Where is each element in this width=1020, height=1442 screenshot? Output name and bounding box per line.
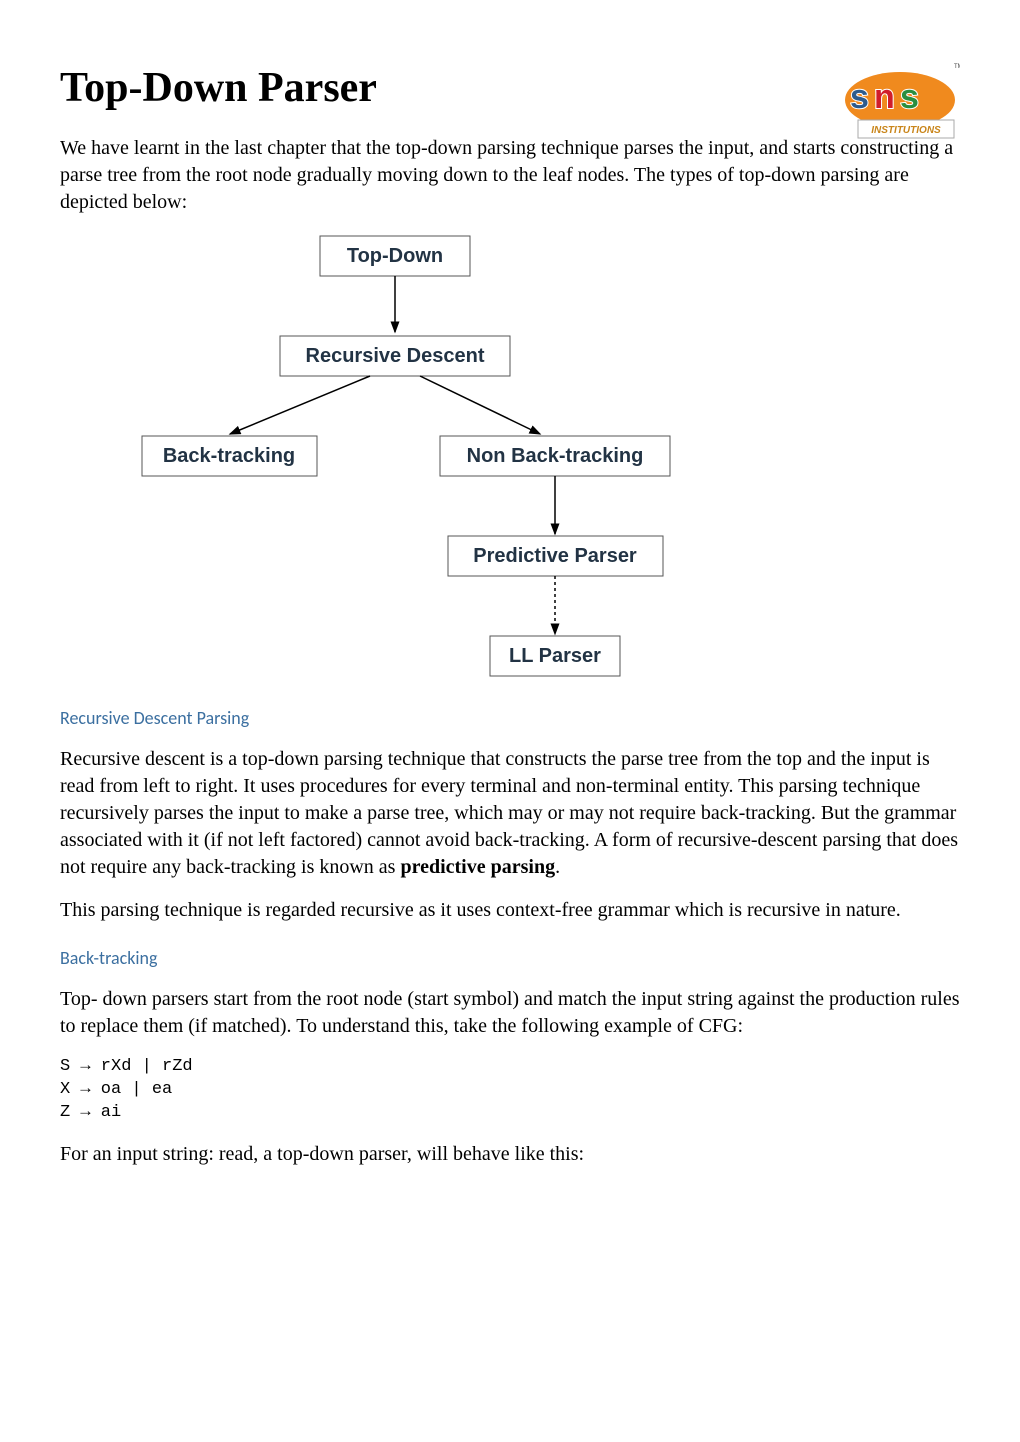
- backtracking-para2: For an input string: read, a top-down pa…: [60, 1141, 960, 1168]
- section-heading-backtracking: Back-tracking: [60, 946, 960, 970]
- svg-text:TM: TM: [954, 64, 960, 70]
- sns-logo: s n s INSTITUTIONS TM: [830, 60, 960, 140]
- svg-text:LL Parser: LL Parser: [509, 645, 601, 667]
- page-title: Top-Down Parser: [60, 60, 960, 117]
- svg-text:s: s: [900, 78, 919, 116]
- recursive-descent-para2: This parsing technique is regarded recur…: [60, 897, 960, 924]
- svg-text:INSTITUTIONS: INSTITUTIONS: [871, 125, 941, 136]
- recursive-descent-para1: Recursive descent is a top-down parsing …: [60, 746, 960, 881]
- svg-text:s: s: [850, 78, 869, 116]
- backtracking-para1: Top- down parsers start from the root no…: [60, 986, 960, 1040]
- svg-text:Back-tracking: Back-tracking: [163, 445, 295, 467]
- svg-text:Recursive Descent: Recursive Descent: [306, 345, 485, 367]
- intro-paragraph: We have learnt in the last chapter that …: [60, 135, 960, 216]
- svg-text:Top-Down: Top-Down: [347, 245, 443, 267]
- cfg-code: S → rXd | rZd X → oa | ea Z → ai: [60, 1056, 960, 1125]
- section-heading-recursive-descent: Recursive Descent Parsing: [60, 706, 960, 730]
- svg-text:Non Back-tracking: Non Back-tracking: [467, 445, 644, 467]
- svg-text:n: n: [874, 78, 895, 116]
- svg-text:Predictive Parser: Predictive Parser: [473, 545, 637, 567]
- parser-hierarchy-diagram: Top-Down Recursive Descent Back-tracking…: [140, 234, 700, 684]
